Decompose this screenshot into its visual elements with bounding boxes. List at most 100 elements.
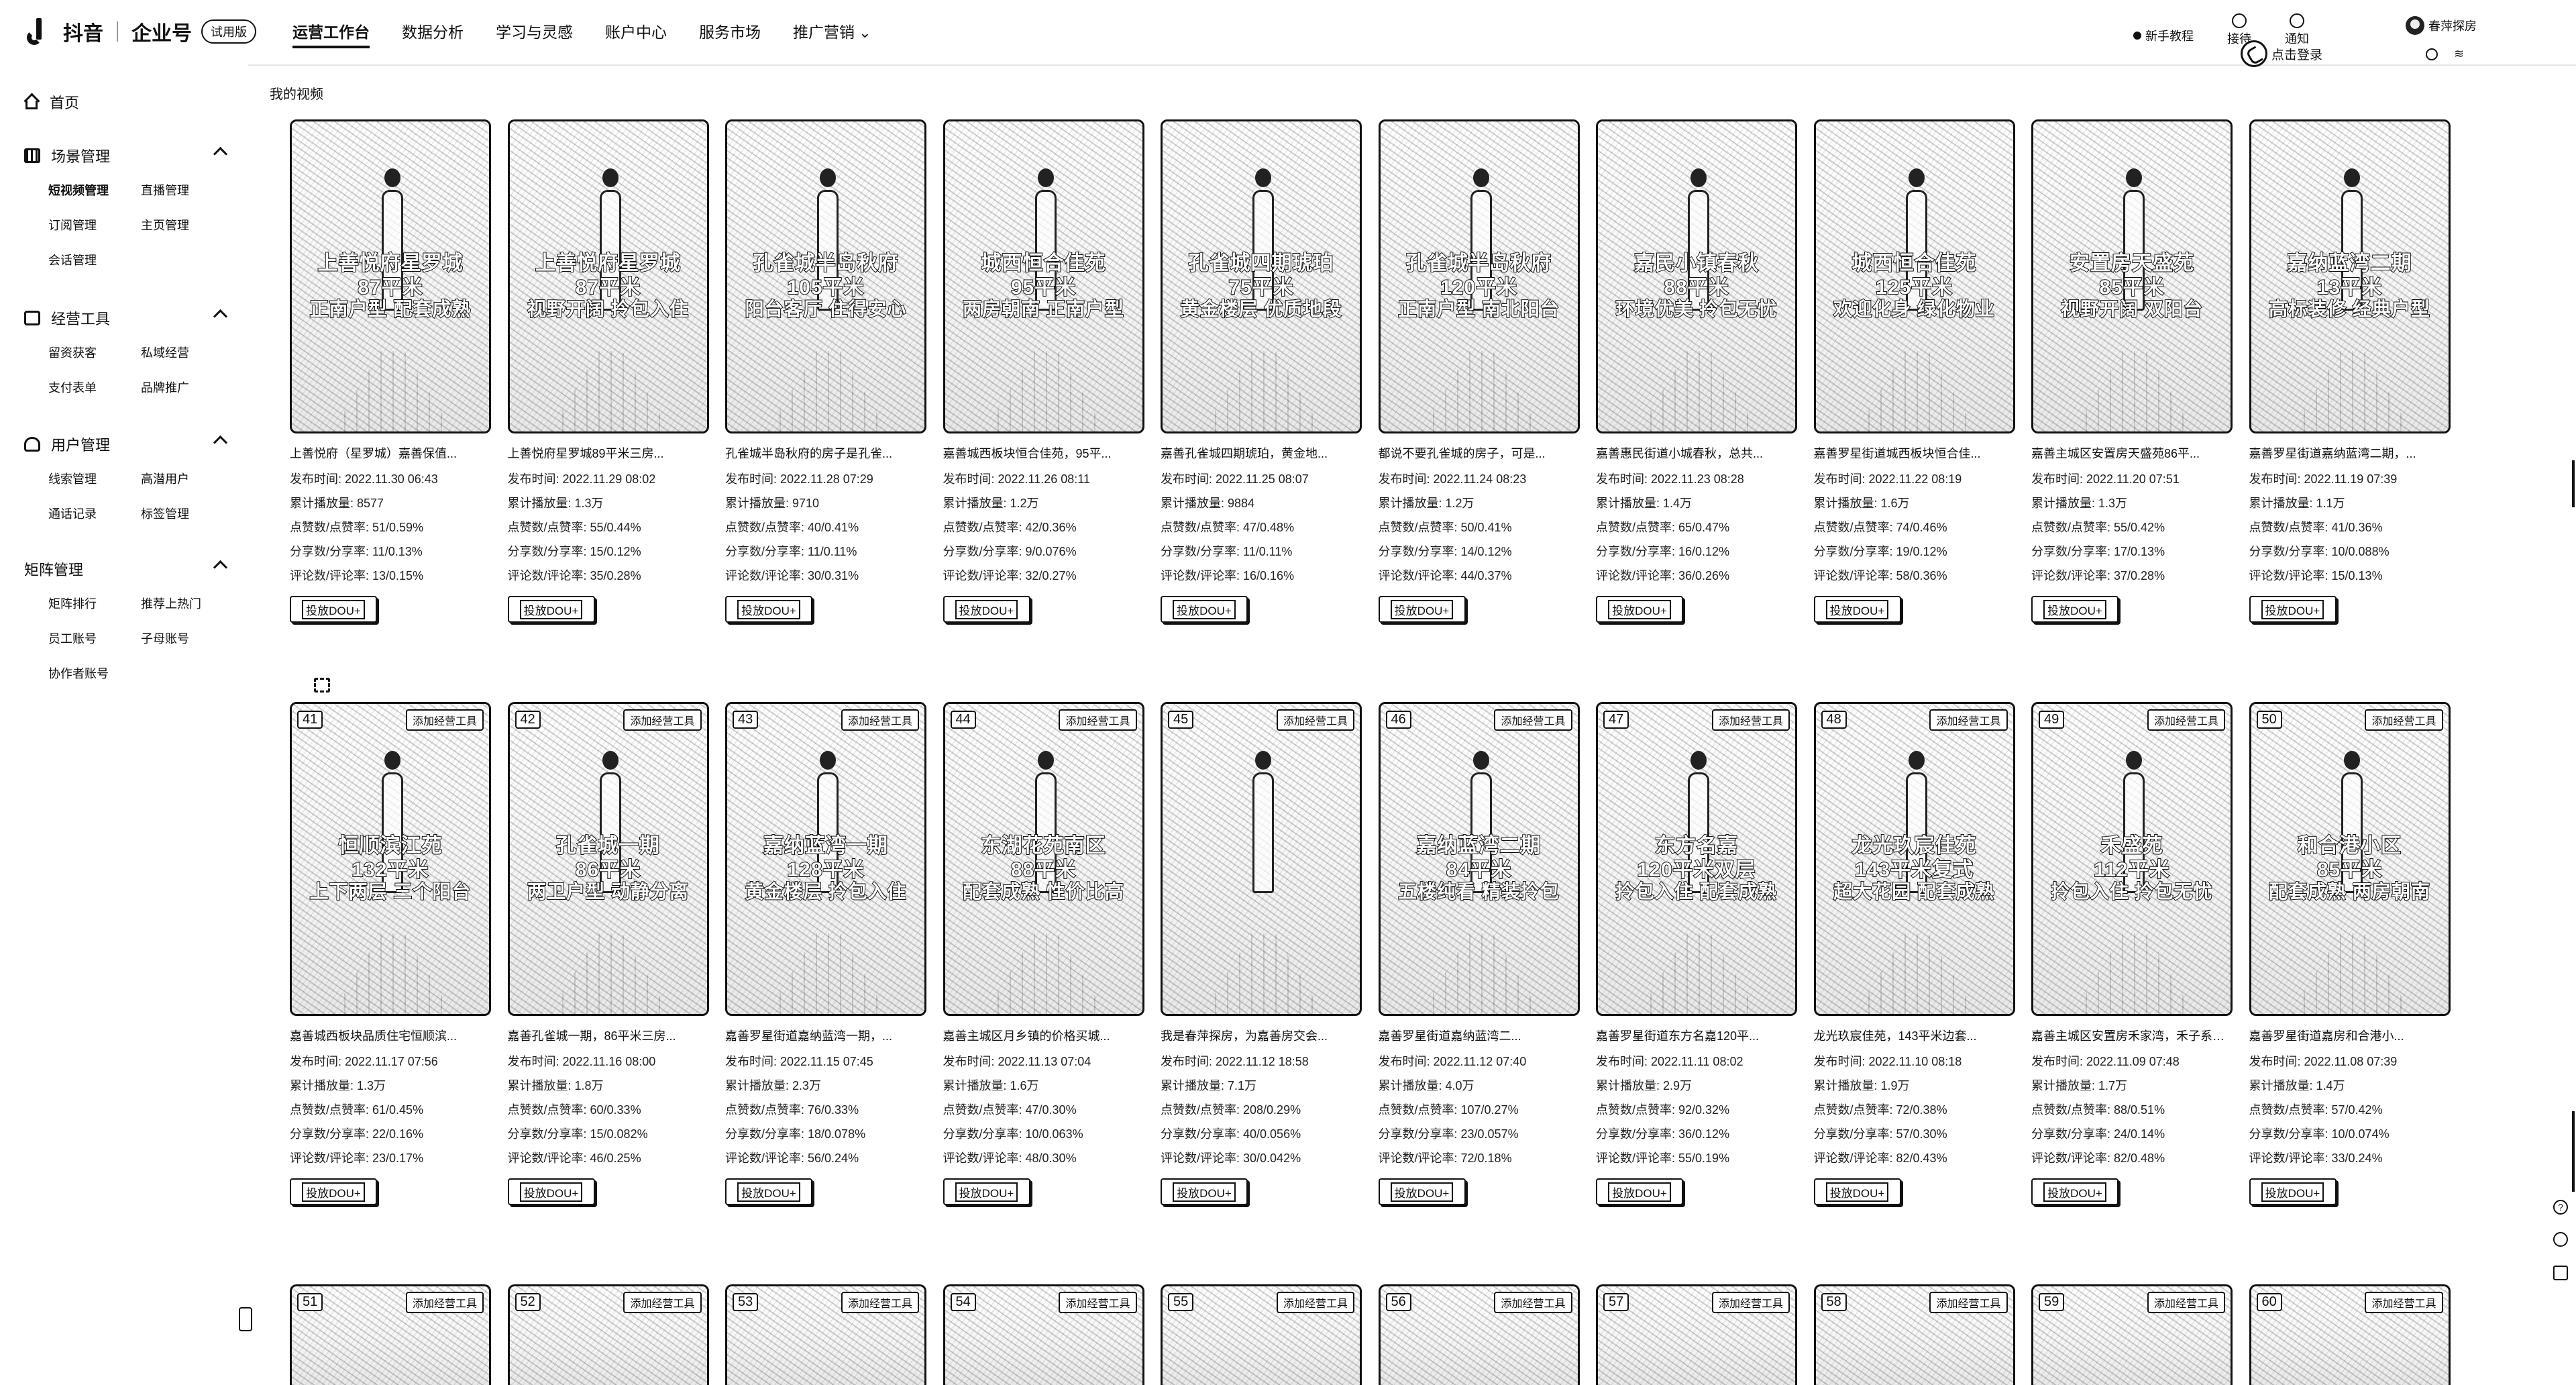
sidebar-item-matrix-rank[interactable]: 矩阵排行: [48, 595, 141, 612]
nav-account-center[interactable]: 账户中心: [605, 19, 667, 46]
scrollbar-thumb[interactable]: [2572, 460, 2575, 507]
video-thumbnail[interactable]: 53 添加经营工具: [725, 1284, 926, 1385]
video-title[interactable]: 嘉善惠民街道小城春秋，总共...: [1596, 444, 1797, 462]
video-title[interactable]: 嘉善罗星街道嘉纳蓝湾二期，...: [2249, 444, 2451, 462]
sidebar-item-brand-promo[interactable]: 品牌推广: [141, 378, 233, 396]
video-thumbnail[interactable]: 和合港小区 85平米 配套成熟 两房朝南 50 添加经营工具: [2249, 702, 2451, 1016]
video-thumbnail[interactable]: 禾盛苑 112平米 拎包入住 拎包无忧 49 添加经营工具: [2031, 702, 2233, 1016]
dou-plus-button[interactable]: 投放DOU+: [290, 596, 377, 623]
sidebar-item-staff-accounts[interactable]: 员工账号: [48, 629, 141, 647]
video-thumbnail[interactable]: 45 添加经营工具: [1161, 702, 1362, 1016]
headset-icon[interactable]: [2553, 1232, 2568, 1247]
sidebar-item-private-domain[interactable]: 私域经营: [141, 344, 233, 361]
sidebar-item-call-records[interactable]: 通话记录: [48, 505, 141, 522]
add-business-tool-button[interactable]: 添加经营工具: [1929, 1292, 2008, 1313]
video-thumbnail[interactable]: 59 添加经营工具: [2031, 1284, 2233, 1385]
dou-plus-button[interactable]: 投放DOU+: [2031, 596, 2118, 623]
nav-workbench[interactable]: 运营工作台: [292, 19, 370, 48]
video-title[interactable]: 嘉善罗星街道东方名嘉120平...: [1596, 1027, 1797, 1044]
add-business-tool-button[interactable]: 添加经营工具: [405, 1292, 484, 1313]
video-thumbnail[interactable]: 孔雀城半岛秋府 105平米 阳台客厅 住得安心: [725, 119, 926, 433]
video-title[interactable]: 嘉善主城区安置房天盛苑86平...: [2031, 444, 2233, 462]
add-business-tool-button[interactable]: 添加经营工具: [1711, 1292, 1790, 1313]
sidebar-item-live[interactable]: 直播管理: [141, 181, 233, 199]
video-thumbnail[interactable]: 55 添加经营工具: [1161, 1284, 1362, 1385]
sidebar-item-short-video[interactable]: 短视频管理: [48, 181, 141, 199]
add-business-tool-button[interactable]: 添加经营工具: [1276, 1292, 1354, 1313]
add-business-tool-button[interactable]: 添加经营工具: [1059, 1292, 1137, 1313]
video-title[interactable]: 嘉善城西板块品质住宅恒顺滨...: [290, 1027, 491, 1044]
add-business-tool-button[interactable]: 添加经营工具: [1276, 709, 1354, 731]
scrollbar-thumb-lower[interactable]: [2572, 1111, 2575, 1192]
dou-plus-button[interactable]: 投放DOU+: [290, 1178, 377, 1205]
video-thumbnail[interactable]: 58 添加经营工具: [1813, 1284, 2015, 1385]
video-thumbnail[interactable]: 57 添加经营工具: [1596, 1284, 1797, 1385]
video-thumbnail[interactable]: 安置房天盛苑 85平米 视野开阔 双阳台: [2031, 119, 2233, 433]
minus-circle-icon[interactable]: [2426, 48, 2438, 60]
tutorial-link[interactable]: 新手教程: [2133, 27, 2194, 44]
video-thumbnail[interactable]: 56 添加经营工具: [1378, 1284, 1580, 1385]
user-menu[interactable]: 春萍探房: [2406, 16, 2477, 35]
sidebar-item-leads[interactable]: 线索管理: [48, 470, 141, 487]
video-thumbnail[interactable]: 东方名嘉 120平米双层 拎包入住 配套成熟 47 添加经营工具: [1596, 702, 1797, 1016]
video-title[interactable]: 上善悦府星罗城89平米三房...: [508, 444, 709, 462]
nav-learning[interactable]: 学习与灵感: [496, 19, 573, 46]
dou-plus-button[interactable]: 投放DOU+: [507, 1178, 595, 1205]
collapse-handle[interactable]: [239, 1307, 252, 1331]
video-thumbnail[interactable]: 上善悦府星罗城 87平米 正南户型 配套成熟: [290, 119, 491, 433]
dou-plus-button[interactable]: 投放DOU+: [1813, 1178, 1901, 1205]
video-thumbnail[interactable]: 嘉纳蓝湾一期 128平米 黄金楼层 拎包入住 43 添加经营工具: [725, 702, 926, 1016]
sidebar-item-sub-accounts[interactable]: 子母账号: [141, 629, 233, 647]
login-button[interactable]: 点击登录: [2241, 40, 2322, 67]
video-thumbnail[interactable]: 60 添加经营工具: [2249, 1284, 2451, 1385]
video-title[interactable]: 我是春萍探房，为嘉善房交会...: [1161, 1027, 1362, 1044]
video-thumbnail[interactable]: 上善悦府星罗城 87平米 视野开阔 拎包入住: [507, 119, 709, 433]
video-title[interactable]: 上善悦府（星罗城）嘉善保值...: [290, 444, 491, 462]
video-thumbnail[interactable]: 54 添加经营工具: [943, 1284, 1144, 1385]
add-business-tool-button[interactable]: 添加经营工具: [623, 1292, 702, 1313]
video-title[interactable]: 嘉善罗星街道嘉纳蓝湾一期，...: [725, 1027, 926, 1044]
video-title[interactable]: 嘉善罗星街道嘉纳蓝湾二...: [1379, 1027, 1580, 1044]
sidebar-item-recommend-hot[interactable]: 推荐上热门: [141, 595, 233, 612]
nav-service-market[interactable]: 服务市场: [699, 19, 761, 46]
video-thumbnail[interactable]: 城西恒合佳苑 95平米 两房朝南 正南户型: [943, 119, 1144, 433]
sidebar-item-collaborators[interactable]: 协作者账号: [48, 664, 141, 682]
video-thumbnail[interactable]: 51 添加经营工具: [290, 1284, 491, 1385]
video-thumbnail[interactable]: 恒顺滨江苑 132平米 上下两层 三个阳台 41 添加经营工具: [290, 702, 491, 1016]
add-business-tool-button[interactable]: 添加经营工具: [1929, 709, 2008, 731]
sidebar-group-header[interactable]: 经营工具: [24, 307, 228, 329]
dou-plus-button[interactable]: 投放DOU+: [1161, 596, 1248, 623]
dou-plus-button[interactable]: 投放DOU+: [725, 1178, 812, 1205]
video-thumbnail[interactable]: 东湖花苑南区 88平米 配套成熟 性价比高 44 添加经营工具: [943, 702, 1144, 1016]
sidebar-item-subscribe[interactable]: 订阅管理: [48, 216, 141, 234]
video-title[interactable]: 嘉善主城区月乡镇的价格买城...: [943, 1027, 1144, 1044]
dou-plus-button[interactable]: 投放DOU+: [725, 596, 812, 623]
add-business-tool-button[interactable]: 添加经营工具: [405, 709, 484, 731]
video-thumbnail[interactable]: 龙光玖宸佳苑 143平米复式 超大花园 配套成熟 48 添加经营工具: [1813, 702, 2015, 1016]
dou-plus-button[interactable]: 投放DOU+: [2249, 596, 2337, 623]
video-thumbnail[interactable]: 嘉民小镇春秋 88平米 环境优美 拎包无忧: [1596, 119, 1797, 433]
nav-marketing[interactable]: 推广营销: [793, 19, 871, 46]
video-title[interactable]: 嘉善主城区安置房禾家湾，禾子系星...: [2031, 1027, 2233, 1044]
add-business-tool-button[interactable]: 添加经营工具: [1494, 709, 1572, 731]
video-title[interactable]: 嘉善孔雀城四期琥珀，黄金地...: [1161, 444, 1362, 462]
add-business-tool-button[interactable]: 添加经营工具: [841, 709, 919, 731]
video-thumbnail[interactable]: 孔雀城半岛秋府 120平米 正南户型 南北阳台: [1378, 119, 1580, 433]
dou-plus-button[interactable]: 投放DOU+: [1813, 596, 1901, 623]
video-thumbnail[interactable]: 城西恒合佳苑 125平米 欢迎化身 绿化物业: [1813, 119, 2015, 433]
dou-plus-button[interactable]: 投放DOU+: [943, 1178, 1030, 1205]
video-thumbnail[interactable]: 孔雀城四期琥珀 75平米 黄金楼层 优质地段: [1161, 119, 1362, 433]
add-business-tool-button[interactable]: 添加经营工具: [623, 709, 702, 731]
dou-plus-button[interactable]: 投放DOU+: [1161, 1178, 1248, 1205]
video-thumbnail[interactable]: 嘉纳蓝湾二期 13平米 高标装修 经典户型: [2249, 119, 2451, 433]
add-business-tool-button[interactable]: 添加经营工具: [1059, 709, 1137, 731]
add-business-tool-button[interactable]: 添加经营工具: [2147, 709, 2225, 731]
video-title[interactable]: 都说不要孔雀城的房子，可是...: [1379, 444, 1580, 462]
video-title[interactable]: 龙光玖宸佳苑，143平米边套...: [1814, 1027, 2015, 1044]
video-title[interactable]: 嘉善孔雀城一期，86平米三房...: [508, 1027, 709, 1044]
sidebar-item-potential-users[interactable]: 高潜用户: [141, 470, 233, 487]
dou-plus-button[interactable]: 投放DOU+: [2031, 1178, 2118, 1205]
sidebar-item-tags[interactable]: 标签管理: [141, 505, 233, 522]
add-business-tool-button[interactable]: 添加经营工具: [2365, 709, 2443, 731]
sidebar-group-header[interactable]: 矩阵管理: [24, 558, 330, 692]
